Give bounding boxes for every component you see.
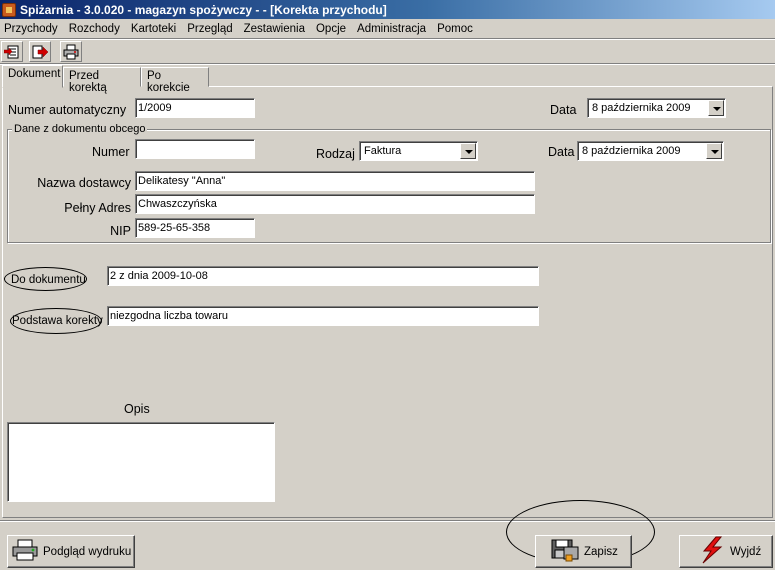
tab-przed-korekta[interactable]: Przed korektą: [63, 67, 141, 94]
opis-textarea[interactable]: [7, 422, 275, 502]
group-title: Dane z dokumentu obcego: [12, 123, 148, 135]
menu-rozchody[interactable]: Rozchody: [69, 23, 120, 35]
data2-select-value: 8 października 2009: [582, 145, 681, 157]
menu-zestawienia[interactable]: Zestawienia: [244, 23, 305, 35]
pelny-adres-field[interactable]: Chwaszczyńska: [135, 194, 535, 214]
toolbar-separator: [0, 63, 775, 65]
exit-button[interactable]: Wyjdź: [679, 535, 773, 568]
data2-label: Data: [548, 145, 575, 159]
opis-label: Opis: [124, 402, 150, 416]
rodzaj-select-value: Faktura: [364, 145, 402, 157]
save-disk-icon: [550, 537, 580, 566]
data-select-value: 8 października 2009: [592, 102, 691, 114]
chevron-down-icon[interactable]: [706, 143, 722, 159]
menu-pomoc[interactable]: Pomoc: [437, 23, 473, 35]
menu-separator: [0, 38, 775, 40]
menu-kartoteki[interactable]: Kartoteki: [131, 23, 176, 35]
chevron-down-icon[interactable]: [708, 100, 724, 116]
podstawa-korekty-label: Podstawa korekty: [12, 315, 103, 327]
data-select[interactable]: 8 października 2009: [587, 98, 726, 118]
menu-przeglad[interactable]: Przegląd: [187, 23, 232, 35]
data2-select[interactable]: 8 października 2009: [577, 141, 724, 161]
tab-po-korekcie[interactable]: Po korekcie: [141, 67, 209, 94]
tab-dokument[interactable]: Dokument: [2, 65, 63, 88]
preview-print-button[interactable]: Podgląd wydruku: [7, 535, 135, 568]
nazwa-dostawcy-label: Nazwa dostawcy: [37, 176, 131, 190]
do-dokumentu-label: Do dokumentu: [11, 274, 86, 286]
save-label: Zapisz: [584, 545, 618, 558]
menu-administracja[interactable]: Administracja: [357, 23, 426, 35]
save-button[interactable]: Zapisz: [535, 535, 632, 568]
podstawa-korekty-field[interactable]: niezgodna liczba towaru: [107, 306, 539, 326]
print-button[interactable]: [60, 41, 82, 62]
app-icon: [2, 2, 16, 17]
menu-przychody[interactable]: Przychody: [4, 23, 58, 35]
numer-label: Numer: [92, 145, 130, 159]
nip-field[interactable]: 589-25-65-358: [135, 218, 255, 238]
exit-lightning-icon: [698, 536, 726, 567]
window-title: Spiżarnia - 3.0.020 - magazyn spożywczy …: [20, 2, 387, 17]
printer-icon: [11, 538, 39, 565]
rodzaj-select[interactable]: Faktura: [359, 141, 478, 161]
new-document-button[interactable]: [1, 41, 23, 62]
exit-label: Wyjdź: [730, 545, 762, 558]
numer-automatyczny-field[interactable]: 1/2009: [135, 98, 255, 118]
preview-print-label: Podgląd wydruku: [43, 545, 132, 558]
numer-field[interactable]: [135, 139, 255, 159]
numer-automatyczny-label: Numer automatyczny: [8, 103, 127, 117]
menu-opcje[interactable]: Opcje: [316, 23, 346, 35]
data-label: Data: [550, 103, 577, 117]
nazwa-dostawcy-field[interactable]: Delikatesy "Anna": [135, 171, 535, 191]
do-dokumentu-field[interactable]: 2 z dnia 2009-10-08: [107, 266, 539, 286]
bottom-separator: [0, 520, 775, 522]
menu-bar: Przychody Rozchody Kartoteki Przegląd Ze…: [0, 19, 775, 38]
chevron-down-icon[interactable]: [460, 143, 476, 159]
pelny-adres-label: Pełny Adres: [64, 201, 131, 215]
rodzaj-label: Rodzaj: [316, 147, 355, 161]
export-button[interactable]: [29, 41, 51, 62]
title-bar: Spiżarnia - 3.0.020 - magazyn spożywczy …: [0, 0, 775, 19]
nip-label: NIP: [110, 224, 131, 238]
